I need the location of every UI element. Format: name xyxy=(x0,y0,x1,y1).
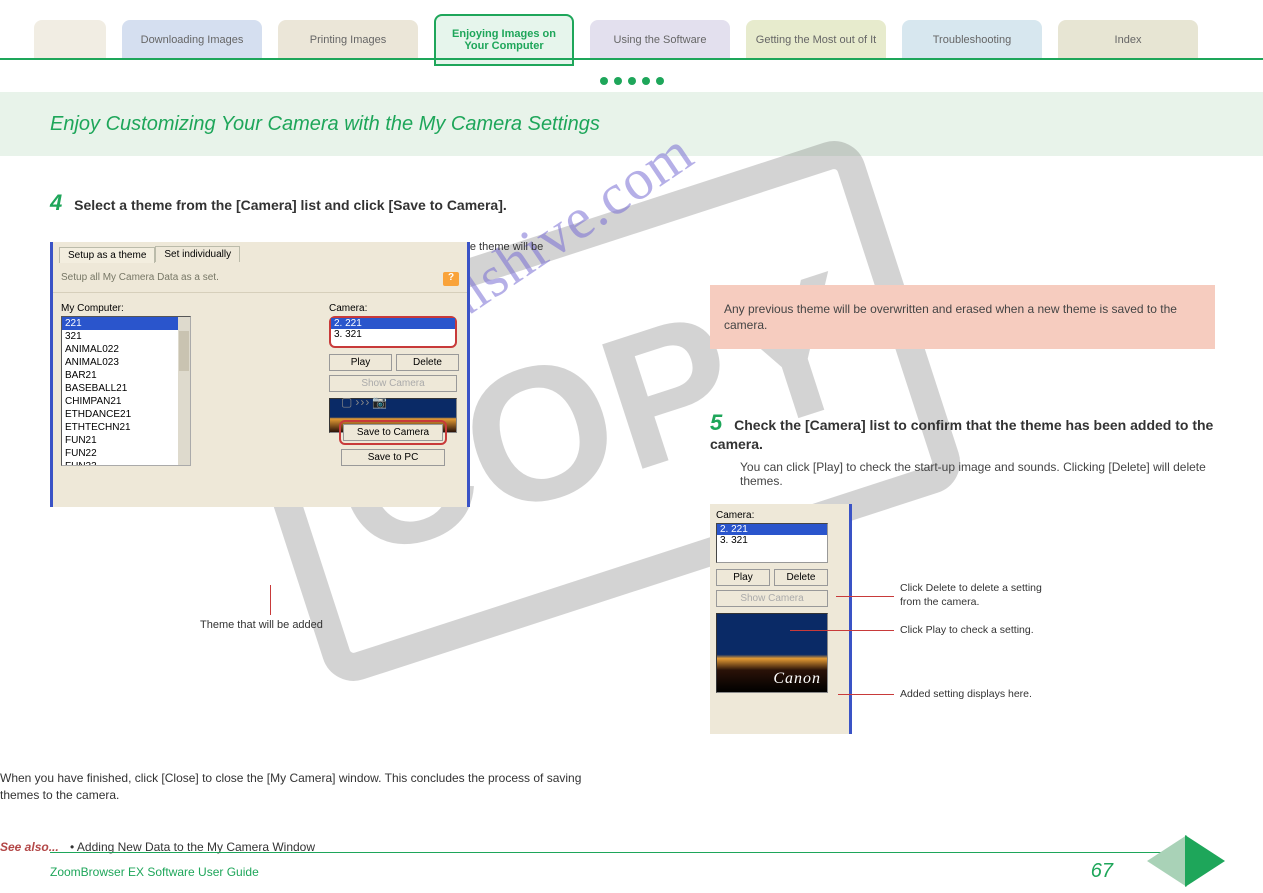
step5-body: You can click [Play] to check the start-… xyxy=(740,460,1220,488)
next-button[interactable] xyxy=(1185,835,1225,887)
screenshot-my-camera-window: Setup as a theme Set individually Setup … xyxy=(50,242,470,507)
list-item[interactable]: BASEBALL21 xyxy=(62,382,190,395)
divider xyxy=(0,58,1263,60)
tab-downloading[interactable]: Downloading Images xyxy=(122,20,262,60)
save-to-camera-highlight: Save to Camera xyxy=(339,420,447,445)
play-button-small[interactable]: Play xyxy=(716,569,770,586)
page-number: 67 xyxy=(1091,860,1113,883)
save-to-pc-button[interactable]: Save to PC xyxy=(341,449,445,466)
list-item[interactable]: ETHDANCE21 xyxy=(62,408,190,421)
step4-text: Select a theme from the [Camera] list an… xyxy=(74,197,507,213)
back-button[interactable] xyxy=(1147,835,1187,887)
step4-title: 4 Select a theme from the [Camera] list … xyxy=(50,190,1213,216)
tab-most-out[interactable]: Getting the Most out of It xyxy=(746,20,886,60)
show-camera-button-small[interactable]: Show Camera xyxy=(716,590,828,607)
r-line-1 xyxy=(836,596,894,597)
canon-logo: Canon xyxy=(773,670,821,688)
warning-text: Any previous theme will be overwritten a… xyxy=(724,302,1177,332)
page-heading: Enjoy Customizing Your Camera with the M… xyxy=(0,92,1263,156)
tab-printing[interactable]: Printing Images xyxy=(278,20,418,60)
list-item[interactable]: 321 xyxy=(62,330,190,343)
shot-tab-theme[interactable]: Setup as a theme xyxy=(59,247,155,263)
transfer-arrow-icon: ▢›››📷 xyxy=(341,395,388,409)
list-item[interactable]: CHIMPAN21 xyxy=(62,395,190,408)
tab-troubleshooting[interactable]: Troubleshooting xyxy=(902,20,1042,60)
play-button[interactable]: Play xyxy=(329,354,392,371)
list-item[interactable]: FUN23 xyxy=(62,460,190,466)
r-lead-added: Added setting displays here. xyxy=(900,688,1060,702)
r-lead-play: Click Play to check a setting. xyxy=(900,624,1060,638)
save-to-camera-button[interactable]: Save to Camera xyxy=(343,424,443,441)
list-item[interactable]: FUN22 xyxy=(62,447,190,460)
list-item[interactable]: 221 xyxy=(62,317,190,330)
footer-divider xyxy=(50,852,1203,853)
listbox-my-computer[interactable]: 221 321 ANIMAL022 ANIMAL023 BAR21 BASEBA… xyxy=(61,316,191,466)
r-line-3 xyxy=(838,694,894,695)
step5-title: 5 Check the [Camera] list to confirm tha… xyxy=(710,410,1220,452)
tab-cover[interactable] xyxy=(34,20,106,60)
delete-button[interactable]: Delete xyxy=(396,354,459,371)
list-item[interactable]: BAR21 xyxy=(62,369,190,382)
list-item[interactable]: 2. 221 xyxy=(717,524,827,535)
show-camera-button[interactable]: Show Camera xyxy=(329,375,457,392)
delete-button-small[interactable]: Delete xyxy=(774,569,828,586)
step5-num: 5 xyxy=(710,410,722,435)
step4-num: 4 xyxy=(50,190,62,215)
r-lead-delete: Click Delete to delete a setting from th… xyxy=(900,582,1060,609)
section-dots xyxy=(0,72,1263,90)
label-camera-small: Camera: xyxy=(716,510,843,521)
step5-text: Check the [Camera] list to confirm that … xyxy=(710,417,1213,452)
shot-tab-individually[interactable]: Set individually xyxy=(155,246,240,262)
list-item[interactable]: 2. 221 xyxy=(331,318,455,329)
tab-index[interactable]: Index xyxy=(1058,20,1198,60)
callout-line-2 xyxy=(270,585,271,615)
label-camera: Camera: xyxy=(329,303,459,314)
list-item[interactable]: 3. 321 xyxy=(331,329,455,340)
preview-image-small: Canon xyxy=(716,613,828,693)
page-nav xyxy=(1147,835,1225,887)
camera-list-small[interactable]: 2. 221 3. 321 xyxy=(716,523,828,563)
shot-note: Setup all My Camera Data as a set. xyxy=(61,272,219,286)
list-item[interactable]: ANIMAL022 xyxy=(62,343,190,356)
tab-software[interactable]: Using the Software xyxy=(590,20,730,60)
list-item[interactable]: ANIMAL023 xyxy=(62,356,190,369)
label-my-computer: My Computer: xyxy=(61,303,191,314)
warning-box: Any previous theme will be overwritten a… xyxy=(710,285,1215,349)
tab-strip: Downloading Images Printing Images Enjoy… xyxy=(0,8,1263,64)
camera-list-highlight[interactable]: 2. 221 3. 321 xyxy=(329,316,457,348)
callout-theme-added: Theme that will be added xyxy=(200,618,400,632)
list-item[interactable]: 3. 321 xyxy=(717,535,827,546)
closing-paragraph: When you have finished, click [Close] to… xyxy=(0,770,600,804)
screenshot-camera-panel: Camera: 2. 221 3. 321 Play Delete Show C… xyxy=(710,504,852,734)
list-item[interactable]: ETHTECHN21 xyxy=(62,421,190,434)
list-item[interactable]: FUN21 xyxy=(62,434,190,447)
help-icon[interactable]: ? xyxy=(443,272,459,286)
r-line-2 xyxy=(790,630,894,631)
footer-title: ZoomBrowser EX Software User Guide xyxy=(50,865,259,879)
scrollbar[interactable] xyxy=(178,317,190,465)
